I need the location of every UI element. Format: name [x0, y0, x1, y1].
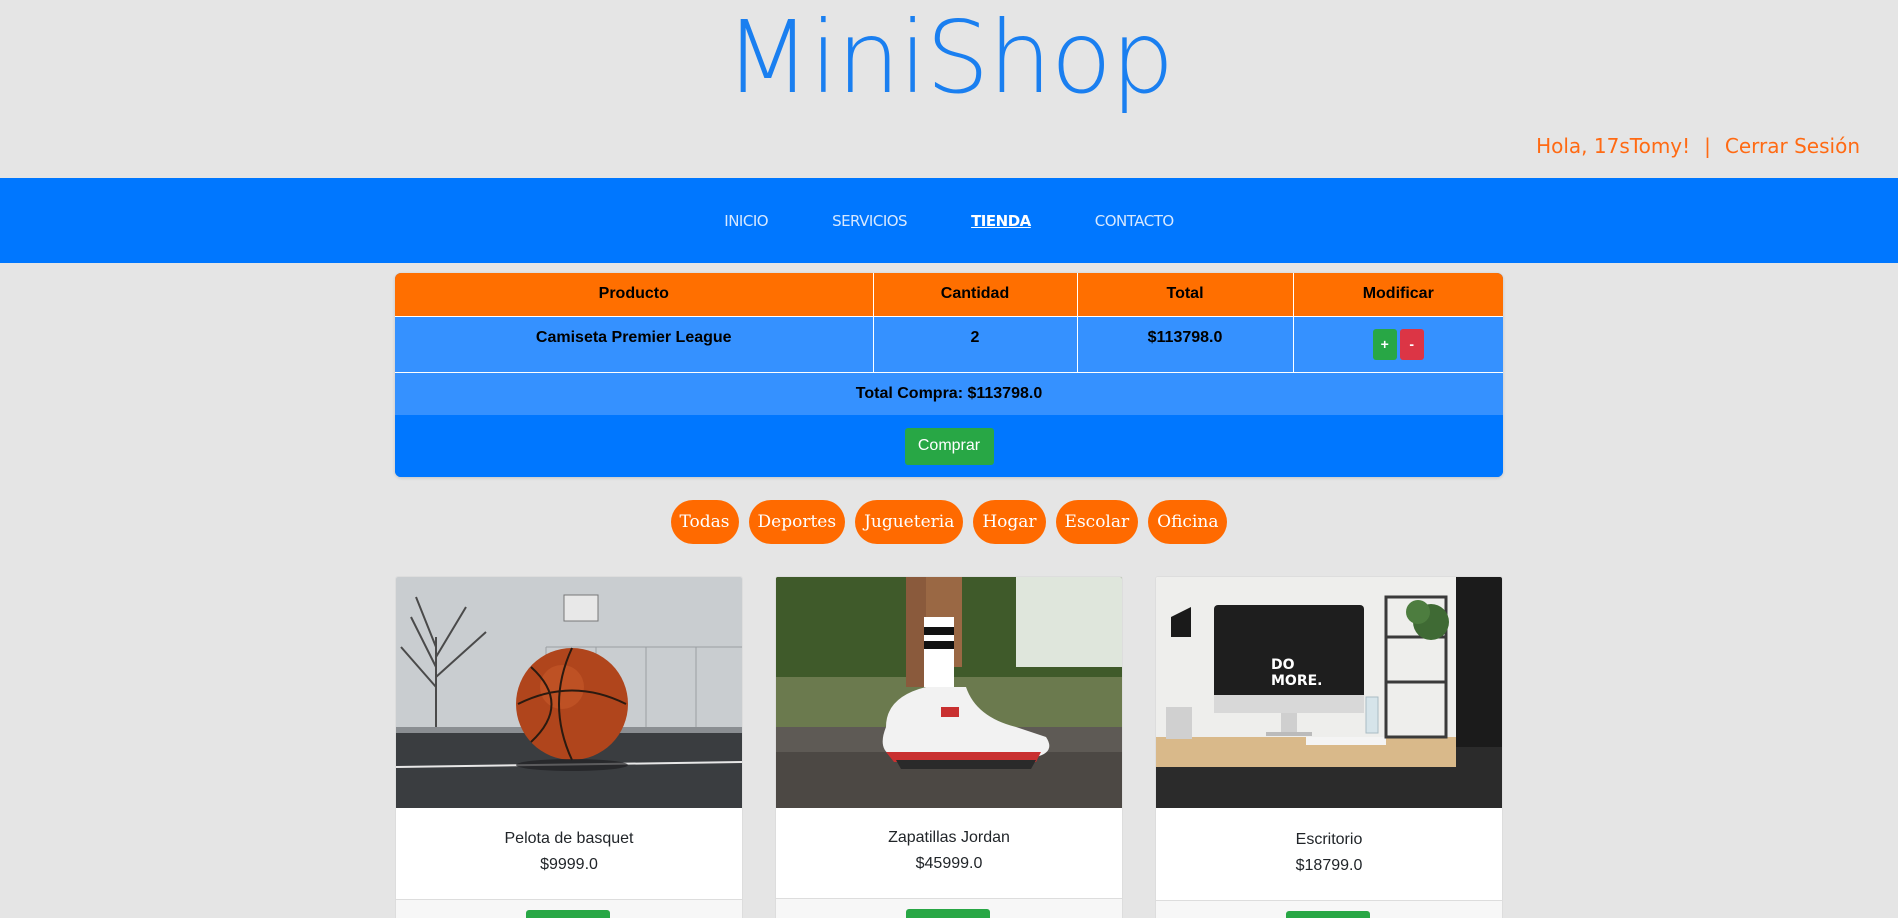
cart-item-product: Camiseta Premier League	[395, 315, 874, 372]
user-bar: Hola, 17sTomy! | Cerrar Sesión	[1536, 134, 1860, 158]
logout-link[interactable]: Cerrar Sesión	[1725, 134, 1860, 158]
add-to-cart-button[interactable]	[1286, 911, 1370, 918]
cart-header-row: Producto Cantidad Total Modificar	[395, 273, 1503, 316]
increase-quantity-button[interactable]: +	[1372, 328, 1397, 360]
cart-item-total: $113798.0	[1077, 315, 1294, 372]
cart-header-product: Producto	[395, 273, 874, 316]
add-to-cart-button[interactable]	[526, 910, 610, 918]
category-oficina[interactable]: Oficina	[1148, 500, 1228, 544]
product-card-footer	[396, 899, 742, 918]
nav-item-contacto[interactable]: CONTACTO	[1095, 212, 1174, 230]
product-card: DO MORE. Escritorio $18799.0	[1155, 576, 1503, 918]
category-deportes[interactable]: Deportes	[748, 500, 846, 544]
category-escolar[interactable]: Escolar	[1055, 500, 1139, 544]
product-image-desk: DO MORE.	[1156, 577, 1502, 808]
product-name: Pelota de basquet	[504, 830, 634, 847]
nav-item-inicio[interactable]: INICIO	[724, 212, 768, 230]
category-hogar[interactable]: Hogar	[973, 500, 1046, 544]
product-price: $9999.0	[540, 856, 598, 873]
decrease-quantity-button[interactable]: -	[1399, 328, 1424, 360]
product-card-body: Pelota de basquet $9999.0	[396, 830, 742, 874]
cart-panel: Producto Cantidad Total Modificar Camise…	[395, 273, 1503, 477]
add-to-cart-button[interactable]	[906, 909, 990, 918]
svg-text:DO: DO	[1271, 657, 1295, 673]
cart-header-quantity: Cantidad	[873, 273, 1078, 316]
cart-item-row: Camiseta Premier League 2 $113798.0 + -	[395, 315, 1503, 372]
site-header: MiniShop Hola, 17sTomy! | Cerrar Sesión	[0, 0, 1898, 178]
user-greeting: Hola, 17sTomy!	[1536, 134, 1691, 158]
product-card: Pelota de basquet $9999.0	[395, 576, 743, 918]
cart-item-quantity: 2	[873, 315, 1078, 372]
product-image-sneakers	[776, 577, 1122, 808]
product-name: Escritorio	[1295, 831, 1363, 848]
product-card-footer	[1156, 900, 1502, 918]
cart-total-label: Total Compra: $113798.0	[395, 371, 1503, 415]
category-filters: Todas Deportes Jugueteria Hogar Escolar …	[0, 500, 1898, 544]
buy-button[interactable]: Comprar	[904, 427, 994, 465]
category-jugueteria[interactable]: Jugueteria	[855, 500, 964, 544]
product-price: $45999.0	[915, 855, 983, 872]
cart-header-total: Total	[1077, 273, 1294, 316]
product-card: Zapatillas Jordan $45999.0	[775, 576, 1123, 918]
main-nav: INICIO SERVICIOS TIENDA CONTACTO	[0, 178, 1898, 263]
cart-total-row: Total Compra: $113798.0	[395, 371, 1503, 415]
category-todas[interactable]: Todas	[670, 500, 739, 544]
product-price: $18799.0	[1295, 857, 1363, 874]
product-card-body: Zapatillas Jordan $45999.0	[776, 829, 1122, 873]
nav-item-tienda[interactable]: TIENDA	[971, 212, 1031, 230]
cart-item-modify: + -	[1293, 315, 1503, 372]
nav-item-servicios[interactable]: SERVICIOS	[832, 212, 908, 230]
cart-table: Producto Cantidad Total Modificar Camise…	[395, 273, 1503, 415]
cart-header-modify: Modificar	[1293, 273, 1503, 316]
cart-buy-row: Comprar	[395, 415, 1503, 477]
product-name: Zapatillas Jordan	[888, 829, 1010, 846]
product-image-basketball	[396, 577, 742, 808]
svg-text:MORE.: MORE.	[1271, 673, 1323, 689]
site-logo: MiniShop	[724, 0, 1175, 116]
product-card-footer	[776, 898, 1122, 918]
product-card-body: Escritorio $18799.0	[1156, 831, 1502, 875]
user-bar-separator: |	[1704, 134, 1711, 158]
